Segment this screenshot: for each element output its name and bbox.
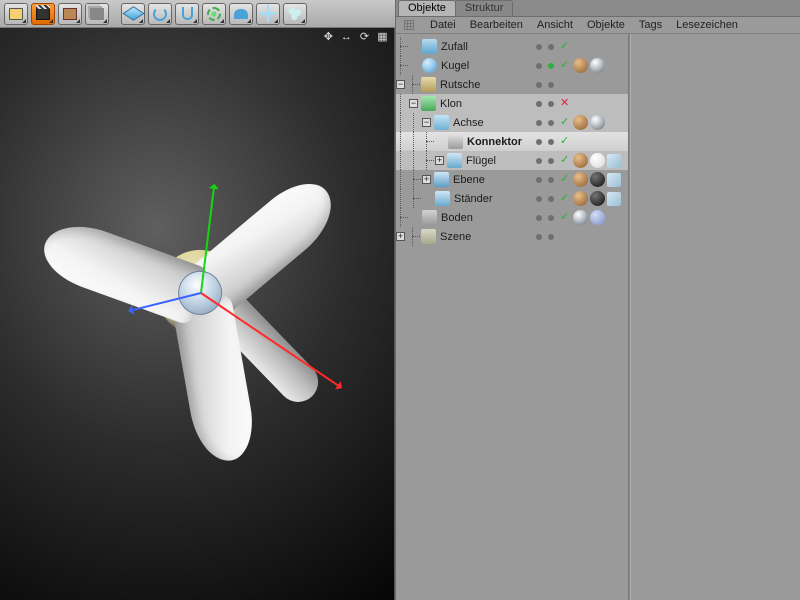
tag-icon[interactable] <box>573 153 588 168</box>
obj-label: Flügel <box>466 155 496 167</box>
main-toolbar <box>0 0 395 28</box>
tab-objects[interactable]: Objekte <box>398 0 456 16</box>
generator-button[interactable] <box>175 3 199 25</box>
viewport-handles: ✥ ↔ ⟳ ▦ <box>323 30 390 43</box>
floor-icon <box>422 210 437 225</box>
panel-menubar: Datei Bearbeiten Ansicht Objekte Tags Le… <box>396 17 800 34</box>
expand-toggle[interactable]: + <box>435 156 444 165</box>
bend-icon <box>234 9 248 19</box>
deformer-button[interactable] <box>229 3 253 25</box>
vp-pan-icon[interactable]: ↔ <box>341 31 354 43</box>
tag-icon[interactable] <box>573 115 588 130</box>
tag-icon[interactable] <box>590 153 605 168</box>
panel-tabbar: Objekte Struktur <box>396 0 800 17</box>
menu-tags[interactable]: Tags <box>639 19 662 31</box>
obj-label: Zufall <box>441 41 468 53</box>
plane-icon <box>434 172 449 187</box>
glass-icon <box>182 7 193 20</box>
layers-button[interactable] <box>85 3 109 25</box>
menu-objects[interactable]: Objekte <box>587 19 625 31</box>
random-effector-icon <box>422 39 437 54</box>
tab-structure[interactable]: Struktur <box>455 0 514 16</box>
collapse-toggle[interactable]: − <box>409 99 418 108</box>
render-button[interactable] <box>58 3 82 25</box>
polygon-icon <box>447 153 462 168</box>
tag-icon[interactable] <box>573 191 588 206</box>
clapper-icon <box>36 8 50 20</box>
vp-orbit-icon[interactable]: ⟳ <box>359 30 372 43</box>
primitive-button[interactable] <box>121 3 145 25</box>
tag-icon[interactable] <box>607 192 621 206</box>
obj-label: Kugel <box>441 60 469 72</box>
expand-toggle[interactable]: + <box>396 232 405 241</box>
tag-icon[interactable] <box>607 173 621 187</box>
connector-icon <box>448 134 463 149</box>
collapse-toggle[interactable]: − <box>396 80 405 89</box>
collapse-toggle[interactable]: − <box>422 118 431 127</box>
obj-label: Konnektor <box>467 136 522 148</box>
menu-bookmarks[interactable]: Lesezeichen <box>676 19 738 31</box>
sphere-icon <box>422 58 437 73</box>
tag-icon[interactable] <box>573 210 588 225</box>
vp-move-icon[interactable]: ✥ <box>323 30 336 43</box>
folder-button[interactable] <box>4 3 28 25</box>
scene-button[interactable] <box>256 3 280 25</box>
panel-right-area <box>631 34 800 600</box>
obj-label: Rutsche <box>440 79 480 91</box>
spline-icon <box>421 77 436 92</box>
tag-icon[interactable] <box>573 172 588 187</box>
animate-button[interactable] <box>31 3 55 25</box>
gear-icon <box>207 7 221 21</box>
particles-icon <box>288 7 302 21</box>
grip-icon[interactable] <box>404 20 414 30</box>
stage-icon <box>421 229 436 244</box>
3d-viewport[interactable]: ✥ ↔ ⟳ ▦ <box>0 28 395 600</box>
mograph-button[interactable] <box>202 3 226 25</box>
obj-label: Achse <box>453 117 484 129</box>
obj-label: Klon <box>440 98 462 110</box>
tag-icon[interactable] <box>590 191 605 206</box>
stack-icon <box>90 8 104 20</box>
particle-button[interactable] <box>283 3 307 25</box>
menu-view[interactable]: Ansicht <box>537 19 573 31</box>
menu-file[interactable]: Datei <box>430 19 456 31</box>
expand-toggle[interactable]: + <box>422 175 431 184</box>
spiral-icon <box>153 7 167 21</box>
object-manager: Objekte Struktur Datei Bearbeiten Ansich… <box>395 0 800 600</box>
tag-icon[interactable] <box>607 154 621 168</box>
menu-edit[interactable]: Bearbeiten <box>470 19 523 31</box>
tag-icon[interactable] <box>590 210 605 225</box>
tag-icon[interactable] <box>590 172 605 187</box>
folder-icon <box>9 8 23 20</box>
film-icon <box>63 8 77 20</box>
null-icon <box>434 115 449 130</box>
tag-icon[interactable] <box>590 58 605 73</box>
spline-button[interactable] <box>148 3 172 25</box>
obj-label: Boden <box>441 212 473 224</box>
tag-icon[interactable] <box>573 58 588 73</box>
polygon-icon <box>435 191 450 206</box>
vp-layout-icon[interactable]: ▦ <box>377 30 390 43</box>
tag-icon[interactable] <box>590 115 605 130</box>
cloner-icon <box>421 96 436 111</box>
obj-label: Szene <box>440 231 471 243</box>
obj-label: Ständer <box>454 193 493 205</box>
obj-label: Ebene <box>453 174 485 186</box>
